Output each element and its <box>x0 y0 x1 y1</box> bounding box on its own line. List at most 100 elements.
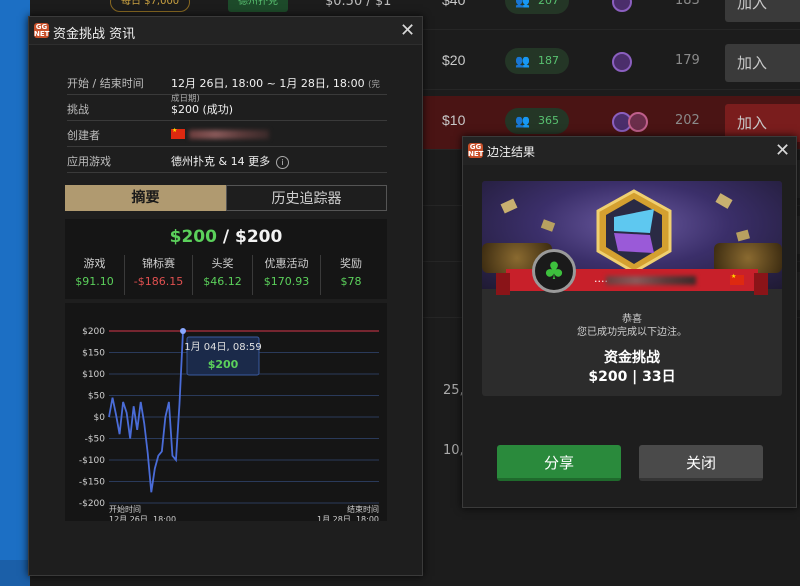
stat-value: $170.93 <box>263 275 310 288</box>
flying-note-decoration <box>540 219 556 232</box>
progress-chart: $200 $150 $100 $50 $0 -$50 -$100 -$150 -$200 1月 0… <box>65 303 387 524</box>
info-value: 德州扑克 & 14 更多 i <box>171 153 290 169</box>
close-icon[interactable]: ✕ <box>400 22 415 40</box>
table-count: 179 <box>675 53 700 68</box>
amount-separator: / <box>216 227 236 247</box>
stat-label: 优惠活动 <box>264 257 309 270</box>
info-row-time: 开始 / 结束时间 12月 26日, 18:00 ~ 1月 28日, 18:00… <box>67 69 387 104</box>
challenge-detail: $200 | 33日 <box>588 369 676 385</box>
stat-value: $46.12 <box>203 275 242 288</box>
dialog-title: 边注结果 <box>487 145 536 159</box>
tab-bar: 摘要 历史追踪器 <box>65 185 387 211</box>
y-tick-label: $200 <box>82 327 105 337</box>
stat-label: 游戏 <box>83 257 106 270</box>
info-key: 开始 / 结束时间 <box>67 77 144 90</box>
chart-svg: $200 $150 $100 $50 $0 -$50 -$100 -$150 -$200 1月 0… <box>79 327 379 524</box>
tooltip-value: $200 <box>208 358 239 371</box>
stat-value: $78 <box>340 275 362 288</box>
tab-summary[interactable]: 摘要 <box>65 185 226 211</box>
flying-note-decoration <box>715 193 733 209</box>
info-icon[interactable]: i <box>276 155 290 169</box>
redacted-name <box>189 130 269 139</box>
challenge-badge-icon <box>596 189 672 274</box>
table-count: 183 <box>675 0 700 8</box>
y-tick-label: -$100 <box>79 456 105 466</box>
info-row-creator: 创建者 <box>67 121 387 147</box>
taskbar <box>0 560 30 586</box>
target-amount: $200 <box>235 227 283 247</box>
stat-label: 奖励 <box>340 257 362 270</box>
share-button[interactable]: 分享 <box>497 445 621 481</box>
china-flag-icon <box>730 273 744 285</box>
game-type-tag: 德州扑克 <box>228 0 288 12</box>
join-button[interactable]: 加入 <box>725 44 800 82</box>
players-count: 365 <box>538 114 559 127</box>
games-text: 德州扑克 & 14 更多 <box>171 155 271 168</box>
stat-value: $91.10 <box>75 275 114 288</box>
side-number: 10, <box>443 443 464 458</box>
desktop-background <box>0 0 30 586</box>
info-row-games: 应用游戏 德州扑克 & 14 更多 i <box>67 147 387 173</box>
buyin-label: $10 <box>442 112 466 128</box>
china-flag-icon <box>171 127 185 139</box>
y-tick-label: $150 <box>82 349 105 359</box>
side-number: 25, <box>443 383 464 398</box>
summary-panel: $200 / $200 游戏 $91.10 锦标赛 -$186.15 头奖 $4… <box>65 219 387 299</box>
congrats-text: 恭喜 您已成功完成以下边注。 <box>482 313 782 339</box>
dialog-title: 资金挑战 资讯 <box>53 27 136 42</box>
players-badge: 👥 187 <box>505 48 569 74</box>
side-bet-result-dialog: GGNET 边注结果 ✕ .... ♣ 恭喜 您已成功完成以下边注 <box>462 136 797 508</box>
avatar <box>628 112 648 132</box>
close-icon[interactable]: ✕ <box>775 142 790 160</box>
challenge-name: 资金挑战 <box>604 350 660 366</box>
result-card: .... ♣ 恭喜 您已成功完成以下边注。 资金挑战 $200 | 33日 <box>482 181 782 396</box>
current-amount: $200 <box>169 227 217 247</box>
lobby-row[interactable]: $40 👥 207 183 加入 <box>390 0 800 30</box>
info-key: 创建者 <box>67 129 100 142</box>
y-tick-label: $0 <box>94 413 106 423</box>
lobby-row[interactable]: $20 👥 187 179 加入 <box>390 36 800 90</box>
y-tick-label: -$200 <box>79 499 105 509</box>
players-icon: 👥 <box>515 0 530 8</box>
players-badge: 👥 365 <box>505 108 569 134</box>
y-tick-label: $50 <box>88 392 105 402</box>
congrats-subtitle: 您已成功完成以下边注。 <box>577 327 687 338</box>
app-logo-icon: GG NET <box>468 143 484 158</box>
challenge-info-dialog: GG NET 资金挑战 资讯 ✕ 开始 / 结束时间 12月 26日, 18:00… <box>28 16 423 576</box>
x-axis-date: 12月 26日, 18:00 <box>109 515 176 521</box>
avatar <box>612 52 632 72</box>
stat-label: 头奖 <box>211 257 234 270</box>
buyin-label: $40 <box>442 0 466 8</box>
congrats-title: 恭喜 <box>622 314 642 325</box>
info-key: 应用游戏 <box>67 155 111 168</box>
players-badge: 👥 207 <box>505 0 569 14</box>
stat-label: 锦标赛 <box>142 257 175 270</box>
stat-rewards: 奖励 $78 <box>321 255 381 295</box>
flying-note-decoration <box>736 229 750 242</box>
series-end-point <box>180 328 186 334</box>
y-tick-label: -$50 <box>85 435 106 445</box>
x-axis-date: 1月 28日, 18:00 <box>317 515 379 521</box>
stat-promotions: 优惠活动 $170.93 <box>253 255 321 295</box>
y-tick-label: -$150 <box>79 478 105 488</box>
flying-note-decoration <box>500 198 518 214</box>
stakes-label: $0.50 / $1 <box>325 0 392 9</box>
avatar <box>612 0 632 12</box>
series-line <box>108 330 184 493</box>
close-button[interactable]: 关闭 <box>639 445 763 481</box>
players-icon: 👥 <box>515 114 530 128</box>
stat-tournaments: 锦标赛 -$186.15 <box>125 255 193 295</box>
time-range: 12月 26日, 18:00 ~ 1月 28日, 18:00 <box>171 77 365 90</box>
buyin-label: $20 <box>442 52 466 68</box>
redacted-name <box>606 276 696 285</box>
challenge-summary: 资金挑战 $200 | 33日 <box>482 349 782 387</box>
x-axis-label: 结束时间 <box>347 504 379 514</box>
y-tick-label: $100 <box>82 370 105 380</box>
dialog-header: GG NET 资金挑战 资讯 ✕ <box>29 17 422 45</box>
tab-history-tracker[interactable]: 历史追踪器 <box>226 185 387 211</box>
join-button[interactable]: 加入 <box>725 0 800 22</box>
stat-jackpot: 头奖 $46.12 <box>193 255 253 295</box>
promo-tag: 每日 $7,000 <box>110 0 191 12</box>
progress-amount: $200 / $200 <box>65 227 387 247</box>
x-axis-label: 开始时间 <box>109 504 141 514</box>
